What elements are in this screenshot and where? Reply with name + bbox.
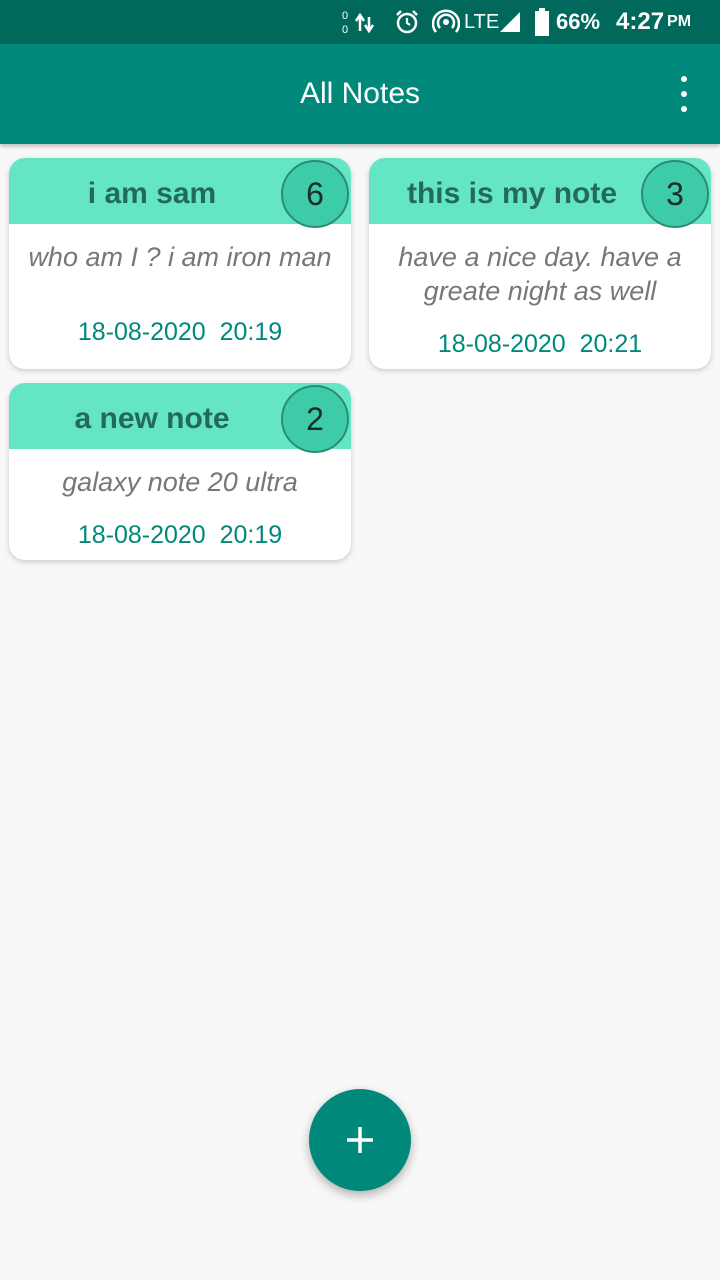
plus-icon bbox=[347, 1127, 373, 1153]
note-title: i am sam bbox=[87, 177, 217, 210]
note-count-badge: 2 bbox=[281, 385, 349, 453]
overflow-menu-icon[interactable] bbox=[672, 76, 696, 112]
svg-text:0: 0 bbox=[342, 10, 348, 22]
data-activity-icon: 0 0 bbox=[340, 0, 376, 44]
note-body: who am I ? i am iron man bbox=[28, 242, 332, 272]
note-card[interactable]: this is my note 3 have a nice day. have … bbox=[369, 158, 711, 369]
note-title: this is my note bbox=[406, 177, 618, 210]
page-title: All Notes bbox=[299, 77, 421, 110]
clock: 4:27 PM bbox=[616, 0, 691, 44]
note-date: 18-08-2020 20:19 bbox=[77, 521, 283, 549]
battery-icon bbox=[534, 0, 550, 44]
note-body: have a nice day. have a greate night as … bbox=[398, 242, 682, 306]
note-title: a new note bbox=[74, 402, 230, 435]
note-card[interactable]: a new note 2 galaxy note 20 ultra 18-08-… bbox=[9, 383, 351, 560]
note-count-badge: 3 bbox=[641, 160, 709, 228]
note-date: 18-08-2020 20:19 bbox=[77, 318, 283, 346]
network-type-label: LTE bbox=[464, 10, 500, 33]
note-count-badge: 6 bbox=[281, 160, 349, 228]
app-bar: All Notes bbox=[0, 44, 720, 144]
add-note-button[interactable] bbox=[309, 1089, 411, 1191]
hotspot-icon bbox=[432, 0, 460, 44]
clock-ampm: PM bbox=[667, 13, 692, 30]
clock-time: 4:27 bbox=[616, 8, 665, 35]
note-body: galaxy note 20 ultra bbox=[62, 467, 298, 497]
battery-percentage: 66% bbox=[556, 9, 601, 34]
signal-icon bbox=[498, 0, 522, 44]
alarm-icon bbox=[394, 0, 420, 44]
svg-text:0: 0 bbox=[342, 24, 348, 36]
status-bar: 0 0 LTE 66% 4:27 PM bbox=[0, 0, 720, 44]
note-card[interactable]: i am sam 6 who am I ? i am iron man 18-0… bbox=[9, 158, 351, 369]
note-date: 18-08-2020 20:21 bbox=[437, 330, 643, 358]
